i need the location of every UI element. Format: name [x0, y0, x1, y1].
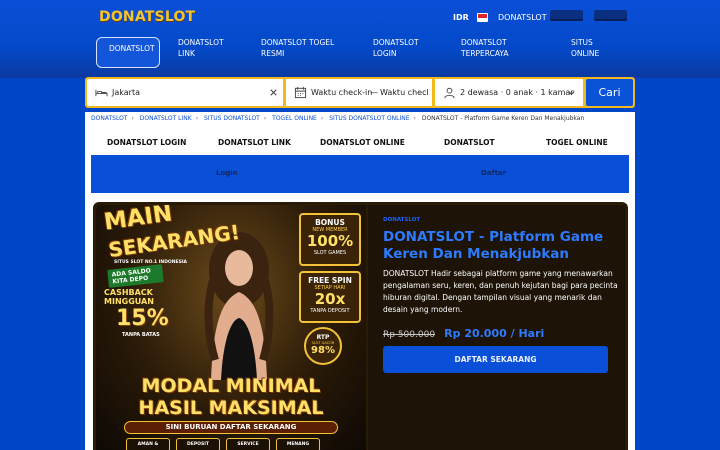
login-button[interactable]: Login	[216, 169, 238, 177]
bonus-title: BONUS	[315, 218, 345, 227]
header-button-1[interactable]	[550, 10, 583, 21]
price-new: Rp 20.000 / Hari	[444, 327, 545, 340]
banner-cashback-pct: 15%	[116, 306, 169, 331]
spin-foot: TANPA DEPOSIT	[310, 308, 350, 314]
clear-icon[interactable]	[267, 86, 280, 99]
breadcrumb-item[interactable]: SITUS DONATSLOT	[204, 115, 260, 122]
rtp-title: RTP	[316, 334, 330, 341]
product-title: DONATSLOT - Platform Game Keren Dan Mena…	[383, 229, 604, 262]
rtp-badge: RTP SLOT GACOR 98%	[304, 327, 342, 365]
product-info: DONATSLOT DONATSLOT - Platform Game Kere…	[368, 205, 625, 450]
tab-donatslot-link[interactable]: DONATSLOT LINK	[218, 138, 291, 147]
breadcrumb: DONATSLOT › DONATSLOT LINK › SITUS DONATSL…	[91, 115, 585, 122]
spin-x: 20x	[314, 290, 346, 308]
nav-item-situs-online[interactable]: SITUS ONLINE	[571, 37, 611, 59]
breadcrumb-current: DONATSLOT - Platform Game Keren Dan Mena…	[421, 115, 585, 122]
product-label: DONATSLOT	[383, 217, 421, 223]
breadcrumb-item[interactable]: TOGEL ONLINE	[272, 115, 317, 122]
bonus-pct: 100%	[306, 232, 354, 250]
indonesia-flag-icon[interactable]	[477, 13, 488, 22]
person-icon	[444, 87, 455, 99]
currency-selector[interactable]: IDR	[453, 13, 469, 22]
daftar-sekarang-button[interactable]: DAFTAR SEKARANG	[383, 346, 608, 373]
banner-tanpa-batas: TANPA BATAS	[122, 332, 160, 338]
site-header: DONATSLOT IDR DONATSLOT DONATSLOT DONATS…	[0, 0, 720, 78]
site-logo[interactable]: DONATSLOT	[99, 9, 195, 25]
product-description: DONATSLOT Hadir sebagai platform game ya…	[383, 269, 618, 314]
date-dash: —	[370, 88, 378, 97]
banner-cashback: CASHBACK MINGGUAN	[104, 288, 154, 306]
header-button-2[interactable]	[594, 10, 627, 21]
nav-item-togel-resmi[interactable]: DONATSLOT TOGEL RESMI	[261, 37, 346, 59]
price-block: Rp 500.000 Rp 20.000 / Hari	[383, 322, 544, 341]
nav-item-donatslot-link[interactable]: DONATSLOT LINK	[178, 37, 238, 59]
nav-item-donatslot[interactable]: DONATSLOT	[96, 37, 160, 68]
search-button[interactable]: Cari	[586, 79, 633, 106]
guests-field[interactable]: 2 dewasa · 0 anak · 1 kamar	[435, 79, 583, 106]
price-old: Rp 500.000	[383, 330, 436, 340]
free-spin-badge: FREE SPIN SETIAP HARI 20x TANPA DEPOSIT	[299, 271, 361, 323]
tab-donatslot-online[interactable]: DONATSLOT ONLINE	[320, 138, 405, 147]
content-panel: DONATSLOT › DONATSLOT LINK › SITUS DONATSL…	[85, 112, 635, 450]
product-card: MAIN SEKARANG! SITUS SLOT NO.1 INDONESIA…	[93, 202, 628, 450]
checkout-value[interactable]: Waktu check	[380, 88, 428, 97]
tab-donatslot[interactable]: DONATSLOT	[444, 138, 495, 147]
feature-service: SERVICE	[226, 438, 270, 450]
feature-menang: MENANG	[276, 438, 320, 450]
daftar-button[interactable]: Daftar	[481, 169, 506, 177]
checkin-value[interactable]: Waktu check-in	[311, 88, 372, 97]
breadcrumb-item[interactable]: DONATSLOT	[91, 115, 127, 122]
nav-item-donatslot-login[interactable]: DONATSLOT LOGIN	[373, 37, 433, 59]
calendar-icon	[294, 86, 307, 99]
feature-deposit: DEPOSIT	[176, 438, 220, 450]
feature-aman: AMAN &	[126, 438, 170, 450]
model-illustration	[204, 232, 274, 380]
bed-icon	[95, 89, 108, 97]
auth-bar: Login Daftar	[91, 155, 629, 193]
guests-value[interactable]: 2 dewasa · 0 anak · 1 kamar	[460, 88, 574, 97]
banner-saldo: ADA SALDO KITA DEPO	[107, 264, 164, 288]
chevron-down-icon[interactable]	[565, 86, 578, 99]
nav-item-terpercaya[interactable]: DONATSLOT TERPERCAYA	[461, 37, 531, 59]
header-link[interactable]: DONATSLOT	[498, 13, 547, 22]
search-bar: Jakarta Waktu check-in — Waktu check 2 d…	[85, 77, 635, 108]
date-field[interactable]: Waktu check-in — Waktu check	[286, 79, 432, 106]
tab-togel-online[interactable]: TOGEL ONLINE	[546, 138, 608, 147]
category-tabs: DONATSLOT LOGIN DONATSLOT LINK DONATSLOT…	[85, 130, 635, 155]
location-value[interactable]: Jakarta	[112, 88, 140, 97]
breadcrumb-item[interactable]: SITUS DONATSLOT ONLINE	[329, 115, 409, 122]
breadcrumb-item[interactable]: DONATSLOT LINK	[140, 115, 192, 122]
banner-modal-minimal: MODAL MINIMAL	[141, 375, 321, 397]
spin-title: FREE SPIN	[308, 276, 352, 285]
promo-banner[interactable]: MAIN SEKARANG! SITUS SLOT NO.1 INDONESIA…	[96, 205, 366, 450]
banner-situs: SITUS SLOT NO.1 INDONESIA	[114, 260, 187, 265]
rtp-pct: 98%	[311, 345, 335, 356]
bonus-badge: BONUS NEW MEMBER 100% SLOT GAMES	[299, 213, 361, 266]
location-field[interactable]: Jakarta	[87, 79, 283, 106]
banner-hasil-maksimal: HASIL MAKSIMAL	[138, 397, 324, 419]
tab-donatslot-login[interactable]: DONATSLOT LOGIN	[107, 138, 186, 147]
banner-buruan: SINI BURUAN DAFTAR SEKARANG	[124, 421, 338, 434]
bonus-games: SLOT GAMES	[313, 250, 347, 256]
